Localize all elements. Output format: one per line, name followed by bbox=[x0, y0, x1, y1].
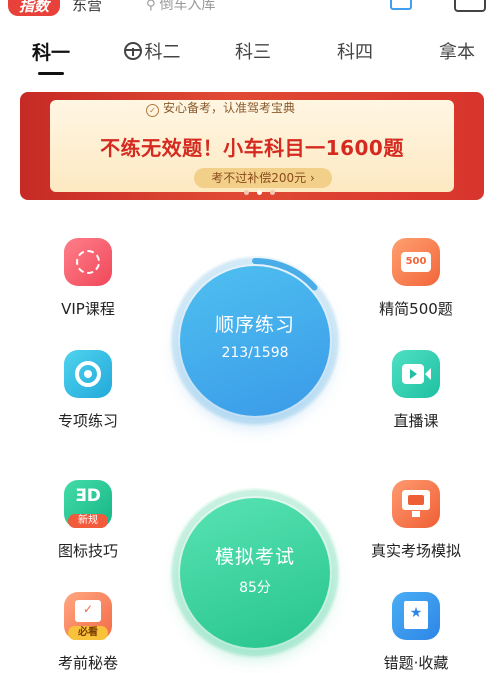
tab-subject-1[interactable]: 科一 bbox=[26, 38, 76, 68]
scan-icon[interactable] bbox=[390, 0, 412, 10]
mock-exam-button[interactable]: 模拟考试 85分 bbox=[180, 498, 330, 648]
must-see-badge: 必看 bbox=[68, 626, 108, 640]
tab-label: 科三 bbox=[235, 42, 271, 63]
monitor-icon bbox=[392, 480, 440, 528]
vip-course-label: VIP课程 bbox=[61, 300, 115, 318]
steering-wheel-icon bbox=[123, 42, 142, 60]
banner-pagination bbox=[244, 190, 284, 196]
sequential-practice-button[interactable]: 顺序练习 213/1598 bbox=[180, 266, 330, 416]
new-badge: 新规 bbox=[68, 514, 108, 528]
real-exam-simulation-item[interactable]: 真实考场模拟 bbox=[366, 480, 466, 561]
search-placeholder: 倒车入库 bbox=[159, 0, 216, 13]
pre-exam-paper-label: 考前秘卷 bbox=[57, 654, 118, 672]
active-tab-indicator bbox=[38, 72, 64, 75]
exam-paper-icon: 必看 bbox=[64, 592, 112, 640]
banner-compensation-button[interactable]: 考不过补偿200元 › bbox=[194, 168, 332, 188]
tab-subject-3[interactable]: 科三 bbox=[228, 38, 278, 68]
vip-burst-icon bbox=[64, 238, 112, 286]
subject-tabs: 科一 科二 科三 科四 拿本 bbox=[0, 38, 504, 78]
search-icon: ⚲ bbox=[146, 0, 156, 13]
check-circle-icon: ✓ bbox=[146, 104, 159, 117]
banner-tag: ✓ 安心备考，认准驾考宝典 bbox=[140, 98, 370, 118]
tab-label: 科四 bbox=[337, 42, 373, 63]
calendar-icon[interactable] bbox=[454, 0, 486, 12]
headlight-icon: ƎD 新规 bbox=[64, 480, 112, 528]
tab-label: 科一 bbox=[31, 42, 70, 64]
target-icon bbox=[64, 350, 112, 398]
promo-banner[interactable]: ✓ 安心备考，认准驾考宝典 不练无效题！小车科目一1600题 考不过补偿200元 … bbox=[20, 92, 484, 200]
tab-label: 拿本 bbox=[439, 42, 475, 63]
tab-label: 科二 bbox=[144, 42, 181, 63]
pagination-dot-active[interactable] bbox=[257, 190, 262, 195]
special-practice-label: 专项练习 bbox=[57, 412, 118, 430]
tab-subject-4[interactable]: 科四 bbox=[330, 38, 380, 68]
video-camera-icon bbox=[392, 350, 440, 398]
banner-title: 不练无效题！小车科目一1600题 bbox=[100, 136, 404, 160]
special-practice-item[interactable]: 专项练习 bbox=[38, 350, 138, 431]
pagination-dot[interactable] bbox=[270, 190, 275, 195]
mock-exam-title: 模拟考试 bbox=[214, 546, 295, 568]
tab-subject-2[interactable]: 科二 bbox=[118, 38, 186, 68]
live-class-item[interactable]: 直播课 bbox=[366, 350, 466, 431]
mock-exam-score: 85分 bbox=[239, 580, 271, 596]
icon-tips-item[interactable]: ƎD 新规 图标技巧 bbox=[38, 480, 138, 561]
headlight-icon-glyph: ƎD bbox=[75, 486, 101, 506]
icon-tips-label: 图标技巧 bbox=[57, 542, 118, 560]
500-questions-icon: 500 bbox=[392, 238, 440, 286]
star-bookmark-icon bbox=[392, 592, 440, 640]
500-badge: 500 bbox=[401, 252, 431, 272]
wrong-questions-favorites-label: 错题·收藏 bbox=[383, 654, 449, 672]
tab-get-license[interactable]: 拿本 bbox=[432, 38, 482, 68]
search-input[interactable]: ⚲ 倒车入库 bbox=[146, 0, 216, 14]
streamlined-500-item[interactable]: 500 精简500题 bbox=[366, 238, 466, 319]
sequential-practice-title: 顺序练习 bbox=[214, 314, 295, 336]
banner-tag-text: 安心备考，认准驾考宝典 bbox=[163, 101, 296, 115]
wrong-questions-favorites-item[interactable]: 错题·收藏 bbox=[366, 592, 466, 673]
practice-progress-count: 213/1598 bbox=[221, 345, 289, 361]
live-class-label: 直播课 bbox=[393, 412, 439, 430]
city-selector[interactable]: 东营 bbox=[72, 0, 102, 15]
pre-exam-paper-item[interactable]: 必看 考前秘卷 bbox=[38, 592, 138, 673]
app-logo: 指数 bbox=[8, 0, 60, 16]
top-header: 指数 东营 ⚲ 倒车入库 bbox=[0, 0, 504, 22]
pagination-dot[interactable] bbox=[244, 190, 249, 195]
streamlined-500-label: 精简500题 bbox=[379, 300, 453, 318]
vip-course-item[interactable]: VIP课程 bbox=[38, 238, 138, 319]
real-exam-simulation-label: 真实考场模拟 bbox=[370, 542, 461, 560]
